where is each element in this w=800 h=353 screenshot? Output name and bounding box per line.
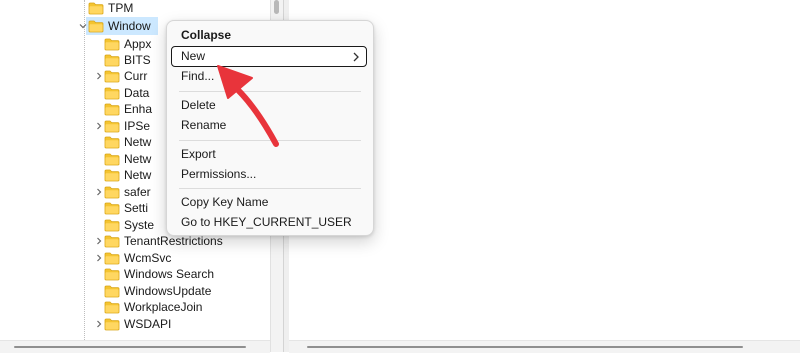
folder-icon <box>104 318 120 331</box>
vertical-scroll-thumb[interactable] <box>274 0 279 14</box>
menu-item-label: Permissions... <box>181 167 257 181</box>
tree-horizontal-scroll-thumb[interactable] <box>14 346 246 348</box>
menu-item-collapse[interactable]: Collapse <box>171 25 367 46</box>
tree-node-label: BITS <box>124 53 151 67</box>
menu-item-permissions[interactable]: Permissions... <box>171 164 367 185</box>
folder-icon <box>104 120 120 133</box>
chevron-right-icon <box>352 51 360 63</box>
menu-item-goto-hkcu[interactable]: Go to HKEY_CURRENT_USER <box>171 212 367 233</box>
menu-item-label: Export <box>181 147 216 161</box>
folder-icon <box>104 54 120 67</box>
folder-icon <box>88 20 104 33</box>
folder-icon <box>104 301 120 314</box>
tree-node-label: Data <box>124 86 150 100</box>
tree-node-label: Appx <box>124 37 152 51</box>
folder-icon <box>88 2 104 15</box>
menu-item-label: Find... <box>181 69 215 83</box>
chevron-right-icon[interactable] <box>94 68 104 84</box>
tree-horizontal-scrollbar[interactable] <box>0 340 270 353</box>
tree-node-label: Netw <box>124 168 152 182</box>
folder-icon <box>104 268 120 281</box>
menu-item-label: New <box>181 49 206 63</box>
tree-node-label: IPSe <box>124 119 151 133</box>
tree-node-label: Enha <box>124 102 153 116</box>
folder-icon <box>104 252 120 265</box>
tree-node-label: Netw <box>124 152 152 166</box>
folder-icon <box>104 285 120 298</box>
tree-node[interactable]: WorkplaceJoin <box>0 299 270 315</box>
tree-node-label: WcmSvc <box>124 251 172 265</box>
folder-icon <box>104 235 120 248</box>
chevron-right-icon[interactable] <box>94 250 104 266</box>
tree-node[interactable]: WcmSvc <box>0 250 270 266</box>
folder-icon <box>104 103 120 116</box>
tree-node[interactable]: WSDAPI <box>0 316 270 332</box>
chevron-down-icon[interactable] <box>78 18 88 34</box>
menu-separator <box>179 188 361 189</box>
folder-icon <box>104 136 120 149</box>
chevron-right-icon[interactable] <box>94 233 104 249</box>
tree-node-label: Syste <box>124 218 155 232</box>
tree-node-label: safer <box>124 185 151 199</box>
values-horizontal-scroll-thumb[interactable] <box>307 346 743 348</box>
values-horizontal-scrollbar[interactable] <box>289 340 800 353</box>
folder-icon <box>104 169 120 182</box>
annotation-arrow-icon <box>217 65 279 147</box>
tree-node-label: Setti <box>124 201 149 215</box>
folder-icon <box>104 219 120 232</box>
tree-node[interactable]: WindowsUpdate <box>0 283 270 299</box>
folder-icon <box>104 38 120 51</box>
chevron-right-icon[interactable] <box>94 184 104 200</box>
menu-item-label: Copy Key Name <box>181 195 269 209</box>
folder-icon <box>104 153 120 166</box>
menu-item-label: Go to HKEY_CURRENT_USER <box>181 215 352 229</box>
chevron-right-icon[interactable] <box>94 316 104 332</box>
tree-node[interactable]: Windows Search <box>0 266 270 282</box>
tree-node-label: WindowsUpdate <box>124 284 212 298</box>
tree-node-label: WSDAPI <box>124 317 172 331</box>
tree-node-label: WorkplaceJoin <box>124 300 203 314</box>
folder-icon <box>104 87 120 100</box>
menu-item-label: Delete <box>181 98 216 112</box>
tree-node-label: Windows Search <box>124 267 215 281</box>
chevron-right-icon[interactable] <box>94 118 104 134</box>
folder-icon <box>104 186 120 199</box>
tree-node[interactable]: TPM <box>0 0 270 16</box>
tree-node-label: Netw <box>124 135 152 149</box>
tree-node-label: Window <box>108 19 151 33</box>
menu-item-label: Collapse <box>181 28 232 42</box>
tree-node-label: Curr <box>124 69 148 83</box>
menu-item-copy-key-name[interactable]: Copy Key Name <box>171 192 367 213</box>
folder-icon <box>104 202 120 215</box>
folder-icon <box>104 70 120 83</box>
tree-node-label: TPM <box>108 1 134 15</box>
